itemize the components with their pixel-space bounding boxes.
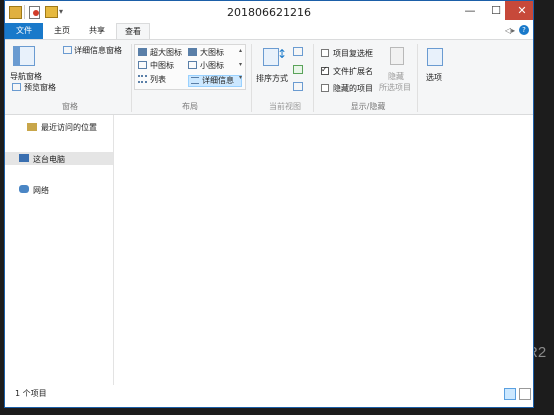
item-checkboxes-label: 项目复选框 (333, 49, 373, 58)
divider (251, 44, 252, 112)
scroll-down-icon[interactable]: ▾ (239, 61, 242, 68)
layout-details[interactable]: 详细信息 (202, 75, 234, 86)
expand-ribbon-icon[interactable]: ◁▸ (505, 26, 515, 35)
preview-pane-icon (12, 83, 21, 91)
hidden-items-checkbox[interactable] (321, 84, 329, 92)
tab-file[interactable]: 文件 (5, 23, 43, 39)
title-bar: ▾ 201806621216 — ☐ ✕ (5, 1, 533, 23)
ribbon-tabs: 文件 主页 共享 查看 ◁▸ ? (5, 23, 533, 39)
small-icons-icon (188, 61, 197, 69)
details-view-button[interactable] (504, 388, 516, 400)
current-view-group-label: 当前视图 (269, 102, 301, 111)
tab-view[interactable]: 查看 (116, 23, 150, 39)
large-icons-icon (188, 48, 197, 56)
sort-arrow-icon: ↕ (277, 47, 288, 61)
close-button[interactable]: ✕ (505, 1, 533, 20)
layout-group-label: 布局 (182, 102, 198, 111)
nav-item-this-pc[interactable]: 这台电脑 (5, 152, 113, 165)
item-count: 1 个项目 (15, 389, 47, 398)
options-icon[interactable] (427, 48, 443, 66)
nav-item-label: 网络 (33, 186, 49, 195)
network-icon (19, 185, 29, 193)
hide-selected-icon (390, 47, 404, 65)
minimize-button[interactable]: — (457, 1, 483, 20)
nav-pane-icon[interactable] (13, 46, 35, 66)
nav-pane-button[interactable]: 导航窗格 (10, 71, 42, 82)
layout-large[interactable]: 大图标 (200, 47, 224, 58)
divider (131, 44, 132, 112)
ribbon: 导航窗格 预览窗格 详细信息窗格 窗格 超大图标 大图标 中图标 小图标 列表 … (5, 39, 533, 115)
recent-places-icon (27, 123, 37, 131)
large-icons-view-button[interactable] (519, 388, 531, 400)
medium-icons-icon (138, 61, 147, 69)
nav-item-label: 这台电脑 (33, 155, 65, 164)
details-pane-icon (63, 46, 72, 54)
help-icon[interactable]: ? (519, 25, 529, 35)
scroll-up-icon[interactable]: ▴ (239, 47, 242, 54)
status-bar: 1 个项目 (5, 385, 533, 407)
list-icon (138, 75, 147, 83)
details-pane-button[interactable]: 详细信息窗格 (74, 45, 122, 56)
window-title: 201806621216 (227, 6, 311, 19)
more-layouts-icon[interactable]: ▾ (239, 74, 242, 81)
sort-by-button[interactable]: 排序方式 (256, 73, 288, 84)
computer-icon (19, 154, 29, 162)
hide-selected-label-1: 隐藏 (388, 72, 404, 81)
explorer-window: ▾ 201806621216 — ☐ ✕ 文件 主页 共享 查看 ◁▸ ? 导航… (4, 0, 534, 408)
item-checkboxes-checkbox[interactable] (321, 49, 329, 57)
divider (313, 44, 314, 112)
file-extensions-label: 文件扩展名 (333, 67, 373, 76)
options-button[interactable]: 选项 (426, 72, 442, 83)
details-icon (191, 77, 199, 84)
layout-extra-large[interactable]: 超大图标 (150, 47, 182, 58)
divider (417, 44, 418, 112)
extra-large-icons-icon (138, 48, 147, 56)
size-columns-icon[interactable] (293, 82, 303, 91)
preview-pane-button[interactable]: 预览窗格 (24, 82, 56, 93)
file-list[interactable] (114, 115, 533, 385)
hide-selected-label-2: 所选项目 (379, 83, 411, 92)
hidden-items-label: 隐藏的项目 (333, 84, 373, 93)
add-columns-icon[interactable] (293, 65, 303, 74)
layout-small[interactable]: 小图标 (200, 60, 224, 71)
tab-share[interactable]: 共享 (82, 23, 112, 39)
nav-item-label: 最近访问的位置 (41, 123, 97, 132)
nav-item-recent[interactable]: 最近访问的位置 (5, 120, 113, 133)
show-hide-group-label: 显示/隐藏 (350, 102, 386, 111)
nav-item-network[interactable]: 网络 (5, 183, 113, 196)
file-extensions-checkbox[interactable] (321, 65, 329, 75)
layout-medium[interactable]: 中图标 (150, 60, 174, 71)
navigation-pane: 最近访问的位置 这台电脑 网络 (5, 115, 114, 385)
group-by-icon[interactable] (293, 47, 303, 56)
panes-group-label: 窗格 (62, 102, 78, 111)
layout-list[interactable]: 列表 (150, 74, 166, 85)
tab-home[interactable]: 主页 (47, 23, 77, 39)
